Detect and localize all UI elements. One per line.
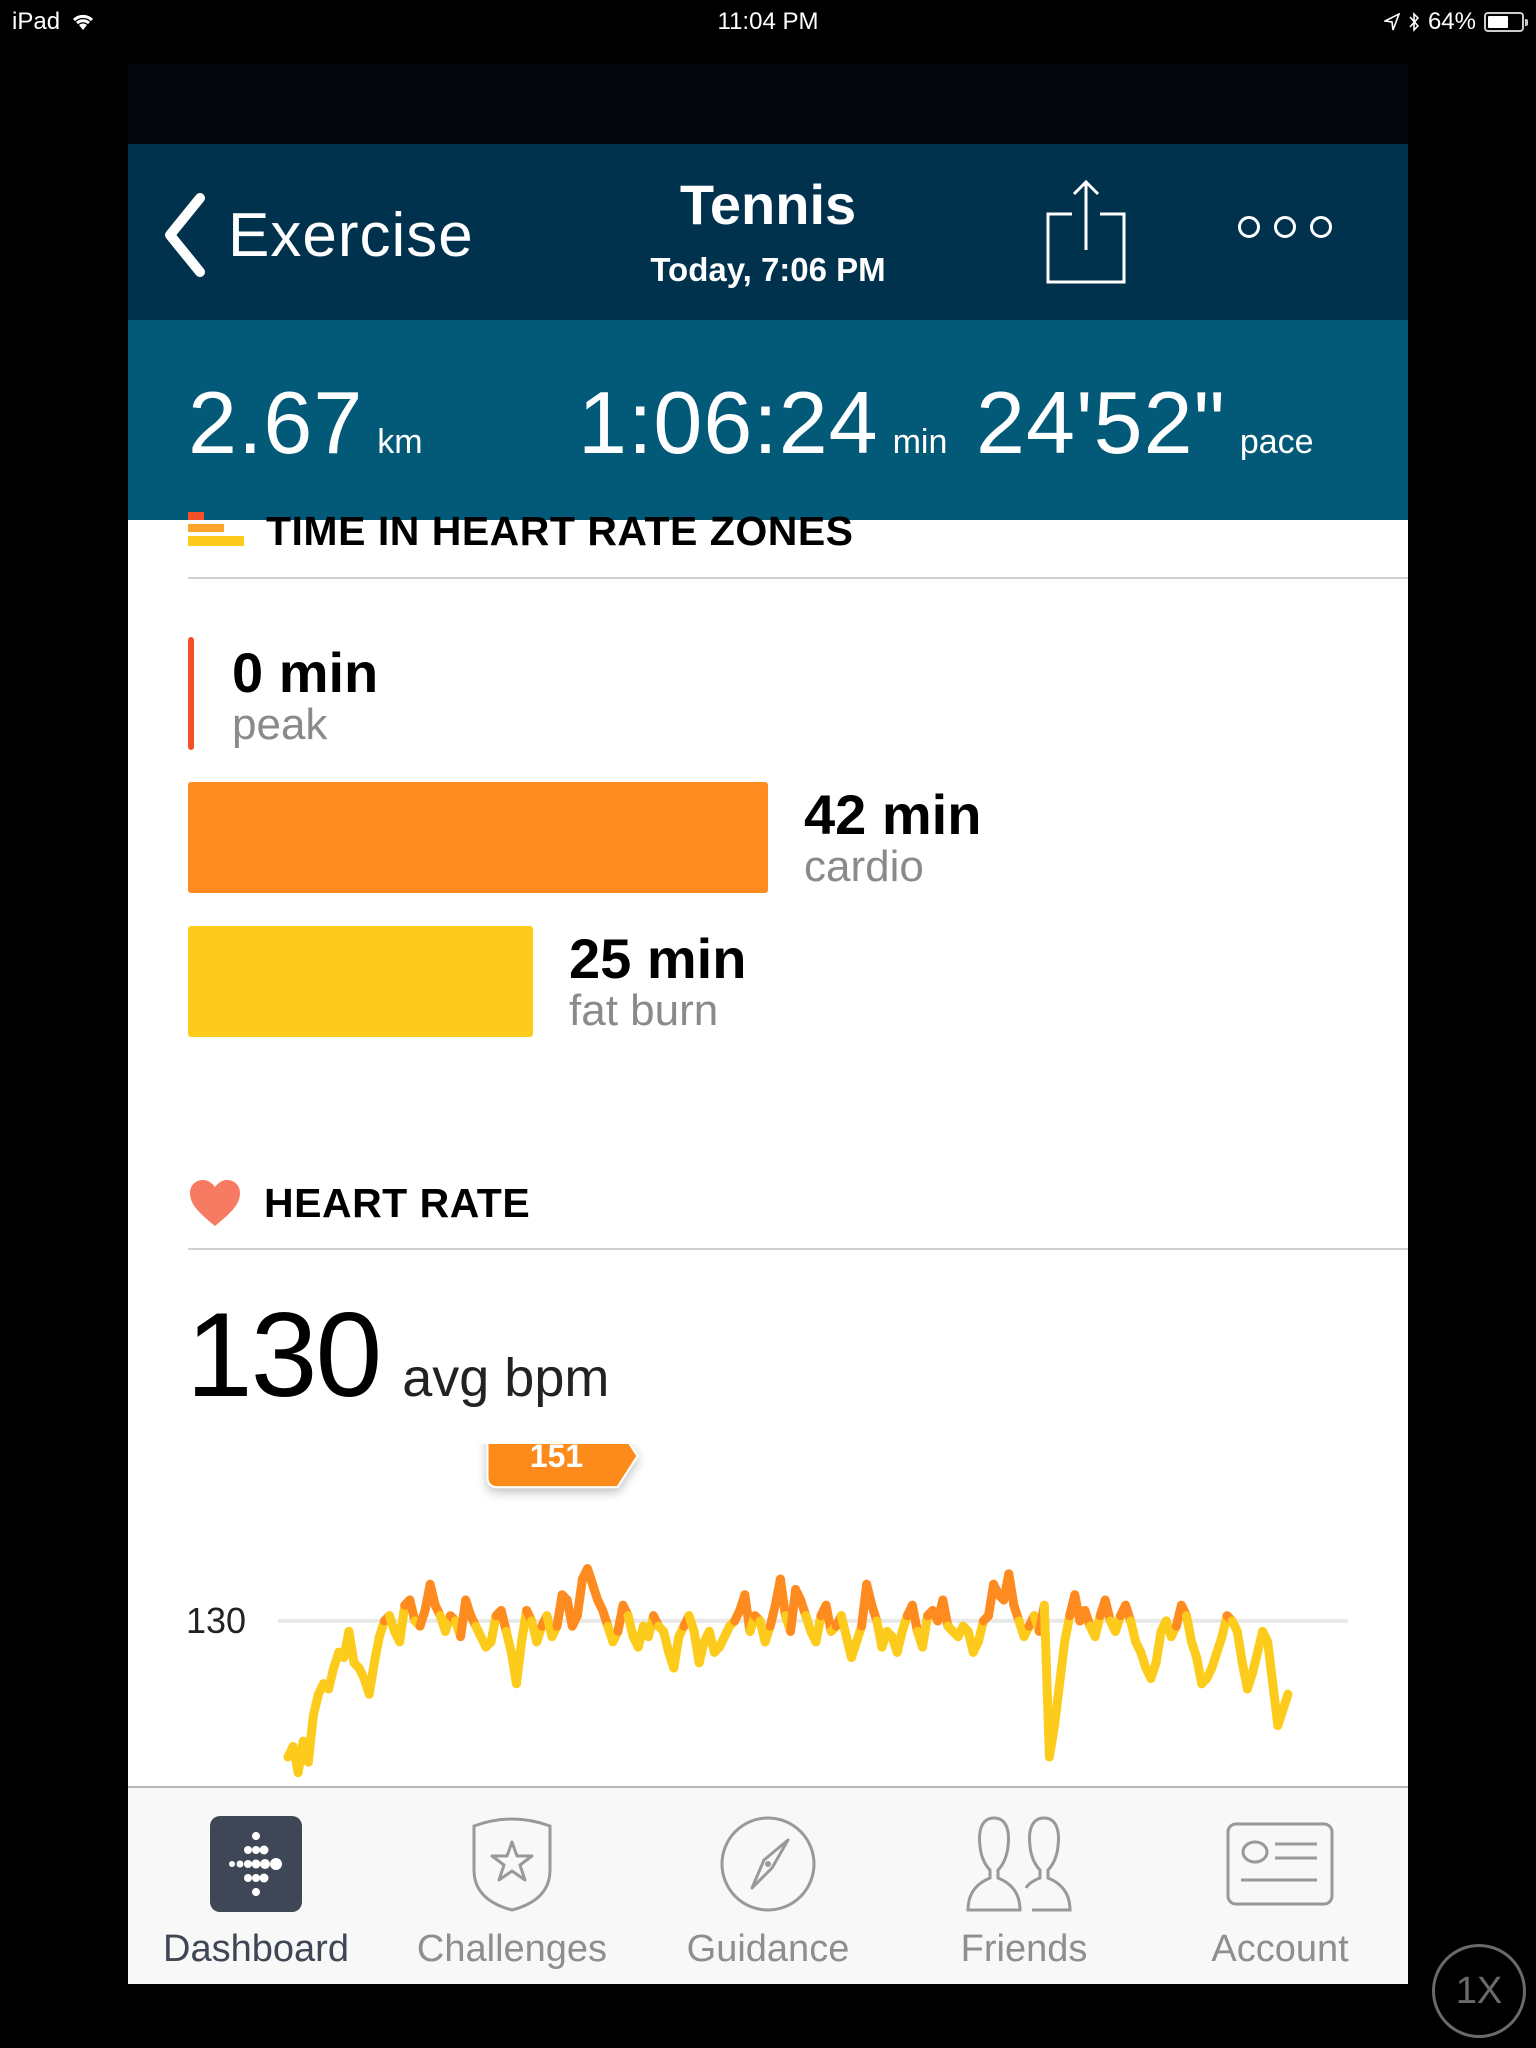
heart-rate-segment bbox=[669, 1632, 684, 1673]
stat-value: 2.67 bbox=[188, 373, 364, 472]
nav-bar: Exercise Tennis Today, 7:06 PM bbox=[128, 144, 1408, 320]
friends-icon bbox=[966, 1816, 1072, 1912]
fat-burn-zone-value: 25 min bbox=[569, 927, 747, 990]
top-strip bbox=[128, 64, 1408, 144]
reference-line-label: 130 bbox=[186, 1600, 246, 1641]
challenges-badge-icon bbox=[472, 1817, 552, 1912]
tab-friends[interactable]: Friends bbox=[896, 1788, 1152, 1984]
stat-pace: 24'52" pace bbox=[976, 372, 1314, 474]
stat-value: 24'52" bbox=[976, 373, 1226, 472]
tab-dashboard[interactable]: Dashboard bbox=[128, 1788, 384, 1984]
app-window: Exercise Tennis Today, 7:06 PM 2.67 km 1… bbox=[128, 64, 1408, 1984]
peak-marker: 151 bbox=[486, 1444, 639, 1489]
tab-challenges[interactable]: Challenges bbox=[384, 1788, 640, 1984]
tab-label: Guidance bbox=[686, 1928, 850, 1970]
tab-label: Friends bbox=[960, 1928, 1088, 1970]
location-icon bbox=[1383, 13, 1400, 31]
divider bbox=[188, 577, 1408, 579]
heart-rate-segment bbox=[775, 1574, 790, 1621]
summary-stats: 2.67 km 1:06:24 min 24'52" pace bbox=[128, 320, 1408, 520]
tab-account[interactable]: Account bbox=[1152, 1788, 1408, 1984]
tab-label: Dashboard bbox=[163, 1928, 349, 1970]
dot bbox=[1310, 216, 1332, 238]
avg-bpm-value: 130 bbox=[186, 1288, 382, 1422]
heart-rate-segment bbox=[1151, 1626, 1166, 1668]
peak-zone-label: peak bbox=[232, 700, 328, 749]
account-card-icon bbox=[1226, 1822, 1334, 1906]
peak-marker-label: 151 bbox=[530, 1444, 583, 1474]
stat-distance: 2.67 km bbox=[188, 372, 423, 474]
avg-bpm-unit: avg bpm bbox=[402, 1348, 610, 1408]
heart-rate-segment bbox=[1278, 1689, 1293, 1715]
stat-value: 1:06:24 bbox=[578, 373, 879, 472]
stat-unit: pace bbox=[1239, 423, 1314, 461]
section-title: HEART RATE bbox=[264, 1179, 531, 1226]
chevron-left-icon bbox=[165, 193, 205, 277]
status-time: 11:04 PM bbox=[717, 8, 819, 35]
section-title: TIME IN HEART RATE ZONES bbox=[266, 508, 854, 554]
compass-icon bbox=[720, 1816, 816, 1912]
back-button[interactable]: Exercise bbox=[158, 190, 474, 280]
heart-rate-segment bbox=[572, 1574, 587, 1621]
heart-rate-segment bbox=[918, 1611, 933, 1652]
stat-duration: 1:06:24 min bbox=[578, 372, 947, 474]
heart-rate-segment bbox=[395, 1600, 410, 1647]
heart-rate-heading: HEART RATE bbox=[188, 1178, 530, 1228]
heart-icon bbox=[190, 1180, 240, 1226]
cardio-zone-value: 42 min bbox=[804, 783, 982, 846]
zones-icon bbox=[188, 511, 244, 548]
back-label: Exercise bbox=[228, 200, 474, 270]
heart-rate-segment bbox=[1263, 1637, 1278, 1689]
tab-label: Challenges bbox=[416, 1928, 608, 1970]
cardio-zone-label: cardio bbox=[804, 842, 924, 891]
cardio-zone-bar bbox=[188, 782, 768, 893]
stat-unit: km bbox=[377, 423, 423, 461]
tab-bar: Dashboard Challenges Guidance Friends Ac… bbox=[128, 1786, 1408, 1984]
heart-rate-segment bbox=[511, 1637, 527, 1689]
heart-rate-segment bbox=[1044, 1721, 1059, 1762]
battery-icon bbox=[1484, 12, 1528, 32]
heart-rate-segment bbox=[1049, 1679, 1065, 1731]
zones-heading: TIME IN HEART RATE ZONES bbox=[188, 508, 854, 555]
heart-rate-series bbox=[283, 1564, 1293, 1778]
tab-guidance[interactable]: Guidance bbox=[640, 1788, 896, 1984]
heart-rate-segment bbox=[1232, 1626, 1247, 1668]
average-heart-rate: 130 avg bpm bbox=[186, 1286, 609, 1424]
zoom-scale-button[interactable]: 1X bbox=[1432, 1944, 1526, 2038]
peak-zone-bar bbox=[188, 637, 194, 750]
heart-rate-segment bbox=[344, 1626, 359, 1668]
stat-unit: min bbox=[892, 423, 948, 461]
fat-burn-zone-label: fat burn bbox=[569, 986, 719, 1035]
fat-burn-zone-bar bbox=[188, 926, 533, 1037]
bluetooth-icon bbox=[1409, 12, 1420, 32]
dot bbox=[1238, 216, 1260, 238]
heart-rate-segment bbox=[303, 1710, 318, 1767]
heart-rate-segment bbox=[1055, 1637, 1070, 1689]
battery-percent: 64% bbox=[1427, 8, 1476, 35]
more-options-button[interactable] bbox=[1238, 216, 1332, 238]
dot bbox=[1274, 216, 1296, 238]
dashboard-icon bbox=[210, 1816, 302, 1912]
peak-zone-value: 0 min bbox=[232, 641, 379, 704]
share-icon[interactable] bbox=[1044, 178, 1128, 284]
tab-label: Account bbox=[1211, 1928, 1349, 1970]
heart-rate-segment bbox=[1004, 1569, 1019, 1610]
divider bbox=[188, 1248, 1408, 1250]
status-bar: iPad 11:04 PM 64% bbox=[0, 0, 1536, 44]
battery-fill bbox=[1488, 16, 1509, 28]
heart-rate-chart[interactable]: 130 151 bbox=[128, 1444, 1408, 1824]
heart-rate-segment bbox=[364, 1658, 379, 1699]
